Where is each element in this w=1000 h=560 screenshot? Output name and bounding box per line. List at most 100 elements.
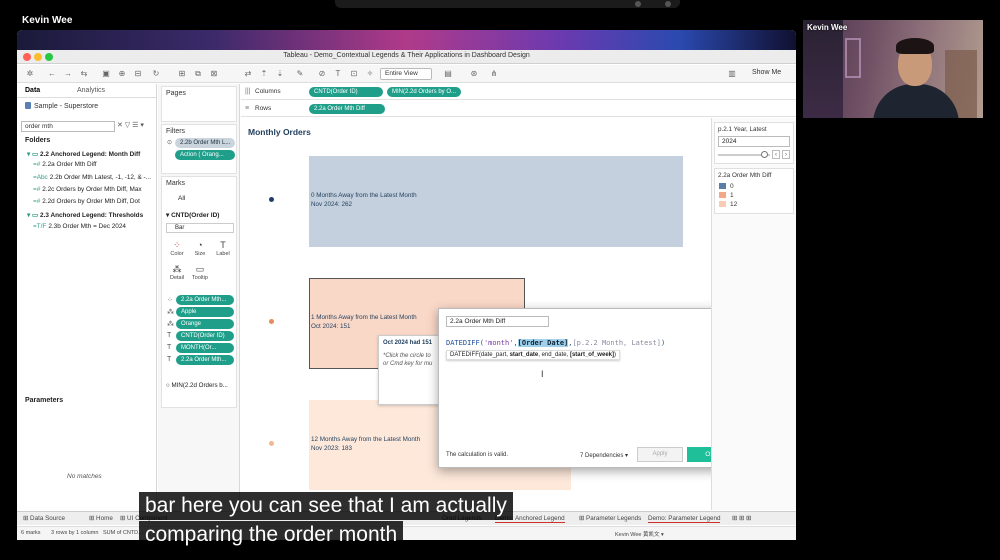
new-datasource-icon[interactable]: ⊕ [117, 69, 127, 79]
tree-item-label: 2.2d Orders by Order Mth Diff, Dot [42, 198, 140, 205]
color-icon: ⁘ [173, 240, 181, 250]
sort-desc-icon[interactable]: ⇣ [275, 69, 285, 79]
folder-month-diff[interactable]: ▾ ▭ 2.2 Anchored Legend: Month Diff [27, 150, 140, 158]
marks-second-measure[interactable]: ○ MIN(2.2d Orders b... [166, 382, 228, 389]
tree-item-orders-max[interactable]: =# 2.2c Orders by Order Mth Diff, Max [33, 186, 142, 193]
calc-number-icon: =# [33, 186, 41, 193]
network-icon[interactable]: ⋔ [489, 69, 499, 79]
marks-pill-apple[interactable]: Apple [176, 307, 234, 317]
bar-2-dot[interactable] [269, 441, 274, 446]
tab-data[interactable]: Data [25, 87, 40, 94]
calc-number-icon: =# [33, 161, 41, 168]
dependencies-dropdown[interactable]: 7 Dependencies ▾ [580, 452, 628, 459]
duplicate-sheet-icon[interactable]: ⧉ [193, 69, 203, 79]
fit-view-select[interactable]: Entire View [380, 68, 432, 80]
forward-icon[interactable]: → [63, 69, 73, 79]
new-sheet-tabs-icon[interactable]: ⊞ ⊞ ⊞ [732, 515, 751, 522]
mark-type-select[interactable]: Bar [166, 223, 234, 233]
slider-thumb[interactable] [761, 151, 768, 158]
tree-item-order-mth-latest[interactable]: =Abc 2.2b Order Mth Latest, -1, -12, & -.… [33, 174, 151, 181]
hint-start-of-week: [start_of_week] [569, 352, 614, 358]
no-matches-text: No matches [67, 473, 102, 480]
columns-pill-cntd[interactable]: CNTD(Order ID) [309, 87, 383, 97]
highlight-icon[interactable]: ✎ [295, 69, 305, 79]
field-search-input[interactable]: order mth [21, 121, 115, 132]
pin-icon[interactable]: ✧ [365, 69, 375, 79]
connect-icon[interactable]: ⇆ [79, 69, 89, 79]
parameter-slider[interactable]: ‹ › [718, 149, 790, 161]
legend-item-1[interactable]: 1 [715, 191, 793, 200]
sort-asc-icon[interactable]: ⇡ [259, 69, 269, 79]
share-icon[interactable]: ⊛ [469, 69, 479, 79]
tableau-logo-icon[interactable]: ✲ [25, 69, 35, 79]
clear-sheet-icon[interactable]: ⊠ [209, 69, 219, 79]
show-me-button[interactable]: Show Me [752, 69, 781, 76]
parameter-control-card: p.2.1 Year, Latest 2024 ‹ › [714, 122, 794, 164]
marks-measure-label[interactable]: ▾ CNTD(Order ID) [166, 211, 219, 219]
group-icon[interactable]: ⊘ [317, 69, 327, 79]
calc-name-input[interactable]: 2.2a Order Mth Diff [446, 316, 549, 327]
filters-card[interactable]: Filters ⊙ 2.2b Order Mth L... Action ( O… [161, 124, 237, 174]
back-icon[interactable]: ← [47, 69, 57, 79]
presentation-icon[interactable]: ▤ [443, 69, 453, 79]
label-encoding-icon: T [167, 332, 172, 339]
circle-mark-icon: ○ [166, 382, 170, 389]
pages-card[interactable]: Pages [161, 86, 237, 122]
tree-item-label: 2.3b Order Mth = Dec 2024 [48, 223, 126, 230]
marks-pill-color[interactable]: 2.2a Order Mth... [176, 295, 234, 305]
legend-item-12[interactable]: 12 [715, 200, 793, 209]
tree-item-orders-dot[interactable]: =# 2.2d Orders by Order Mth Diff, Dot [33, 198, 140, 205]
calculation-dialog[interactable]: 2.2a Order Mth Diff × DATEDIFF('month',[… [438, 308, 738, 468]
marks-card[interactable]: Marks All ▾ CNTD(Order ID) Bar ⁘ Color ◔ S… [161, 176, 237, 408]
marks-pill-orange[interactable]: Orange [176, 319, 234, 329]
columns-shelf[interactable]: ||| Columns CNTD(Order ID) MIN(2.2d Orde… [241, 84, 796, 100]
tab-analytics[interactable]: Analytics [77, 87, 105, 94]
fix-axes-icon[interactable]: ⊡ [349, 69, 359, 79]
tab-demo-parameter-legend[interactable]: Demo: Parameter Legend [648, 515, 721, 523]
calc-formula-editor[interactable]: DATEDIFF('month',[Order Date],[p.2.2 Mon… [446, 339, 665, 347]
data-source-item[interactable]: Sample - Superstore [25, 102, 98, 110]
marks-pill-cntd[interactable]: CNTD(Order ID) [176, 331, 234, 341]
tab-data-source[interactable]: ⊞ Data Source [23, 515, 65, 522]
bar-1-dot[interactable] [269, 319, 274, 324]
apply-button[interactable]: Apply [637, 447, 683, 462]
search-tools[interactable]: ✕ ▽ ☰ ▾ [117, 121, 144, 129]
meeting-menu-icon[interactable] [665, 1, 671, 7]
marks-measure-text: CNTD(Order ID) [171, 212, 220, 219]
tooltip-icon: ▭ [195, 264, 205, 274]
tree-item-order-mth-dec-2024[interactable]: =T/F 2.3b Order Mth = Dec 2024 [33, 223, 126, 230]
marks-all-label[interactable]: All [178, 195, 185, 202]
refresh-icon[interactable]: ↻ [151, 69, 161, 79]
label-button[interactable]: T Label [212, 239, 234, 261]
parameter-value-input[interactable]: 2024 [718, 136, 790, 147]
filter-pill[interactable]: 2.2b Order Mth L... [175, 138, 235, 148]
tab-parameter-legends[interactable]: ⊞ Parameter Legends [579, 515, 641, 522]
action-filter-pill[interactable]: Action ( Orang... [175, 150, 235, 160]
chevron-left-icon[interactable]: ‹ [772, 150, 780, 159]
marks-pill-month[interactable]: MONTH(Or... [176, 343, 234, 353]
columns-pill-min[interactable]: MIN(2.2d Orders by O... [387, 87, 461, 97]
pause-icon[interactable]: ⊟ [133, 69, 143, 79]
rows-shelf[interactable]: ≡ Rows 2.2a Order Mth Diff [241, 101, 796, 117]
size-button[interactable]: ◔ Size [189, 239, 211, 261]
detail-button[interactable]: ⁂ Detail [166, 263, 188, 285]
folders-heading: Folders [25, 137, 51, 144]
status-user[interactable]: Kevin Wee 黄凯文 ▾ [615, 530, 664, 538]
marks-pill-order-mth[interactable]: 2.2a Order Mth... [176, 355, 234, 365]
hint-start-date: start_date [509, 352, 539, 358]
tree-item-order-mth-diff[interactable]: =# 2.2a Order Mth Diff [33, 161, 97, 168]
label-icon[interactable]: T [333, 69, 343, 79]
show-me-icon[interactable]: ▥ [727, 69, 737, 79]
rows-pill-order-mth-diff[interactable]: 2.2a Order Mth Diff [309, 104, 385, 114]
save-icon[interactable]: ▣ [101, 69, 111, 79]
meeting-search-icon[interactable] [635, 1, 641, 7]
chevron-right-icon[interactable]: › [782, 150, 790, 159]
tooltip-button[interactable]: ▭ Tooltip [189, 263, 211, 285]
color-button[interactable]: ⁘ Color [166, 239, 188, 261]
swap-icon[interactable]: ⇄ [243, 69, 253, 79]
new-sheet-icon[interactable]: ⊞ [177, 69, 187, 79]
legend-item-0[interactable]: 0 [715, 182, 793, 191]
folder-thresholds[interactable]: ▾ ▭ 2.3 Anchored Legend: Thresholds [27, 211, 143, 219]
tab-home[interactable]: ⊞ Home [89, 515, 113, 522]
bar-0-dot[interactable] [269, 197, 274, 202]
